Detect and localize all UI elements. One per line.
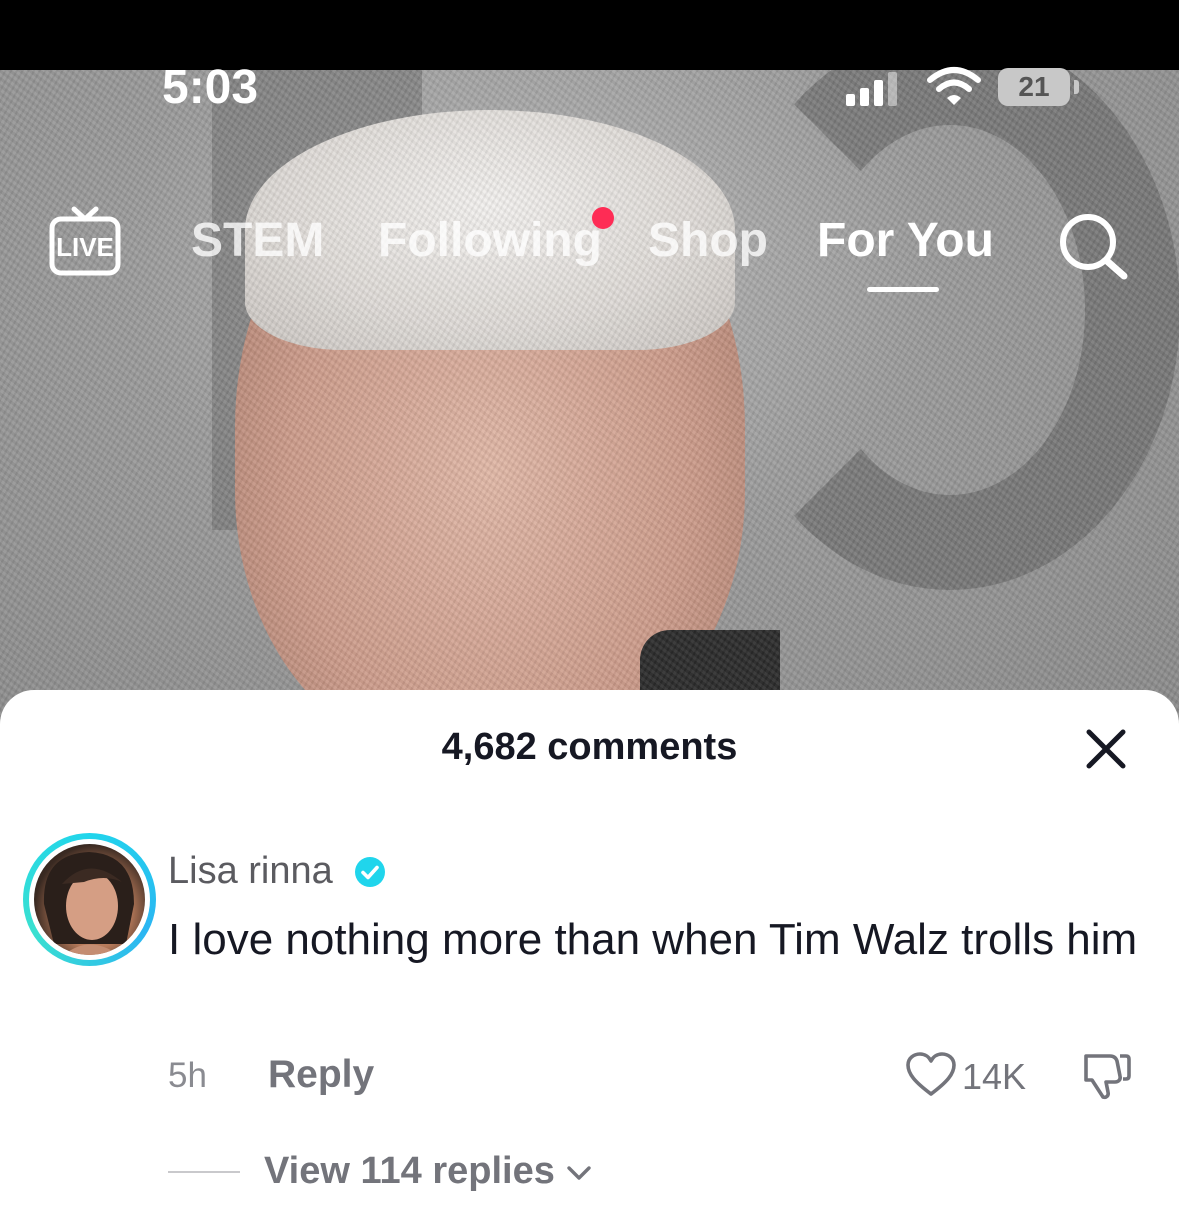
status-time: 5:03 xyxy=(162,61,259,114)
video-texture xyxy=(0,70,1179,730)
comment-text: I love nothing more than when Tim Walz t… xyxy=(168,915,1138,964)
notification-dot xyxy=(592,207,614,229)
active-tab-indicator xyxy=(867,287,939,292)
like-count: 14K xyxy=(962,1056,1027,1097)
close-icon[interactable] xyxy=(1085,728,1127,770)
live-tv-icon[interactable]: LIVE xyxy=(48,205,122,279)
avatar-portrait xyxy=(43,852,134,955)
battery-icon: 21 xyxy=(998,68,1070,106)
tab-following[interactable]: Following xyxy=(378,213,602,268)
tab-for-you[interactable]: For You xyxy=(817,213,994,268)
search-icon[interactable] xyxy=(1058,212,1130,280)
view-replies-button[interactable]: View 114 replies xyxy=(264,1150,555,1193)
replies-divider xyxy=(168,1171,240,1173)
heart-icon[interactable] xyxy=(905,1052,957,1098)
comment-username[interactable]: Lisa rinna xyxy=(168,850,333,893)
battery-tip xyxy=(1074,80,1079,94)
avatar-frame xyxy=(29,839,150,960)
avatar[interactable] xyxy=(34,844,145,955)
comment-timestamp: 5h xyxy=(168,1056,207,1095)
wifi-icon xyxy=(927,67,981,105)
svg-text:LIVE: LIVE xyxy=(56,232,114,262)
comments-sheet: 4,682 comments Lisa rinna I love nothing… xyxy=(0,690,1179,1232)
reply-button[interactable]: Reply xyxy=(268,1053,374,1097)
avatar-story-ring[interactable] xyxy=(23,833,156,966)
verified-badge-icon xyxy=(355,857,385,887)
tab-stem[interactable]: STEM xyxy=(191,213,324,268)
chevron-down-icon[interactable] xyxy=(566,1164,592,1182)
comments-count-title: 4,682 comments xyxy=(441,726,738,768)
status-icons: 21 xyxy=(846,66,1086,112)
video-player[interactable] xyxy=(0,70,1179,730)
thumbs-down-icon[interactable] xyxy=(1080,1050,1132,1100)
tab-shop[interactable]: Shop xyxy=(648,213,768,268)
